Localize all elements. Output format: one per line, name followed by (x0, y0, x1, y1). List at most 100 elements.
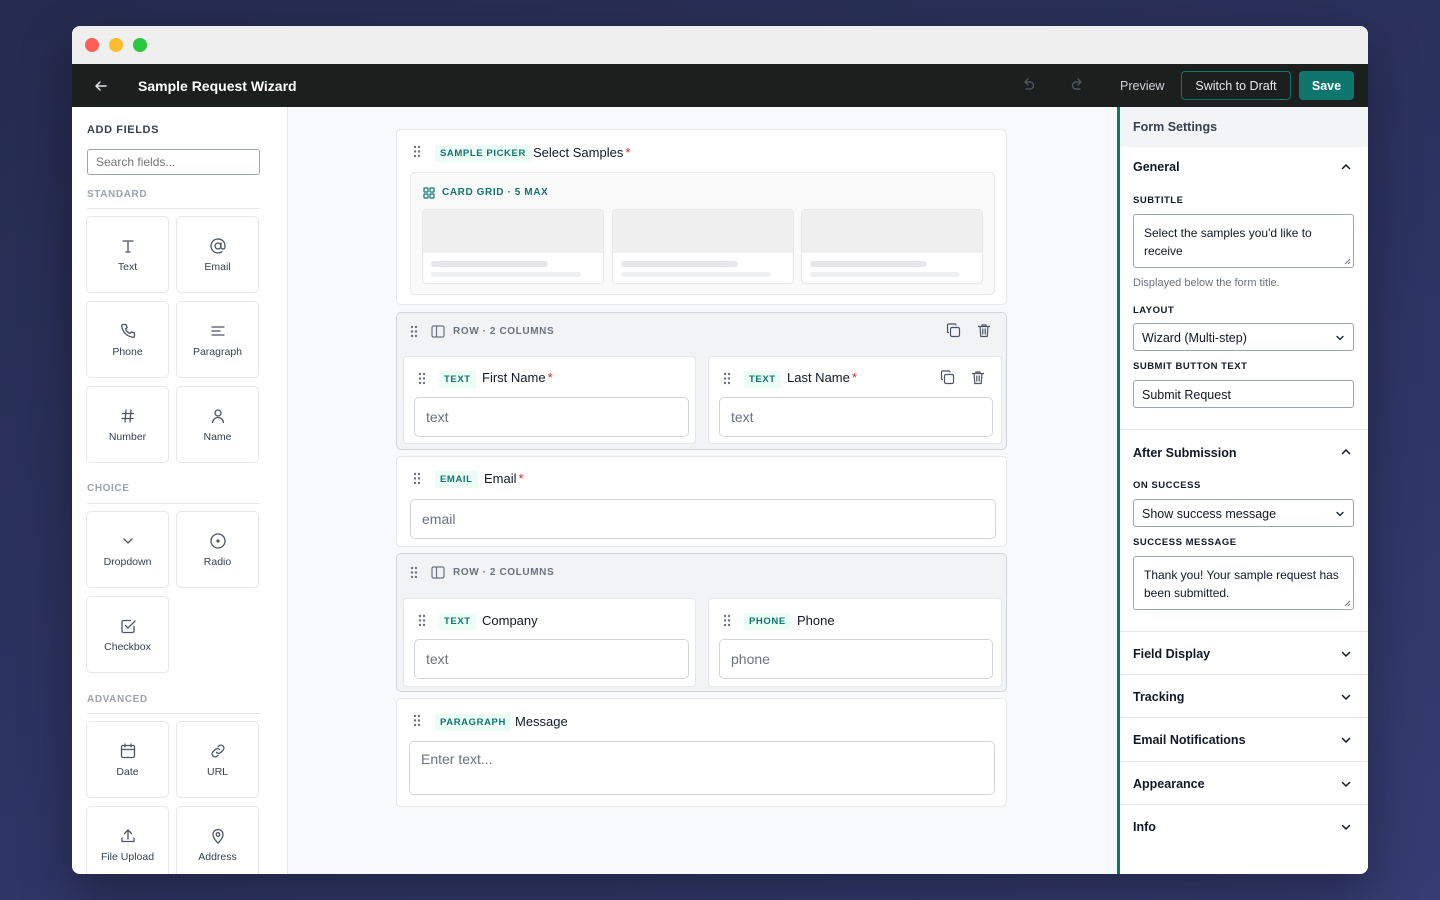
email-input-preview[interactable]: email (410, 499, 996, 539)
drag-handle-icon[interactable] (723, 372, 731, 385)
trash-icon[interactable] (971, 370, 985, 390)
link-icon (209, 741, 227, 761)
row-column-right[interactable]: TEXT Last Name * text (708, 356, 1002, 444)
field-tile-label: Dropdown (103, 556, 152, 568)
row-container[interactable]: ROW · 2 COLUMNS TEXT First Name * text TE… (396, 312, 1007, 450)
field-tile-text[interactable]: Text (86, 216, 169, 293)
sample-card-placeholder (422, 209, 604, 284)
row-container[interactable]: ROW · 2 COLUMNS TEXT Company text PHONE … (396, 553, 1007, 692)
field-display-section[interactable]: Field Display (1120, 632, 1368, 675)
message-textarea-preview[interactable]: Enter text... (409, 741, 995, 795)
field-tile-checkbox[interactable]: Checkbox (86, 596, 169, 673)
row-column-right[interactable]: PHONE Phone phone (708, 598, 1002, 687)
form-canvas: SAMPLE PICKER Select Samples * CARD GRID … (288, 107, 1117, 874)
chevron-down-icon (1336, 511, 1344, 517)
row-label: ROW · 2 COLUMNS (453, 567, 555, 578)
row-label: ROW · 2 COLUMNS (453, 326, 555, 337)
success-message-textarea[interactable]: Thank you! Your sample request has been … (1133, 556, 1354, 610)
redo-icon[interactable] (1070, 77, 1086, 93)
field-tile-name[interactable]: Name (176, 386, 259, 463)
duplicate-icon[interactable] (940, 370, 955, 390)
upload-icon (119, 826, 137, 846)
maximize-window-button[interactable] (133, 38, 147, 52)
chevron-down-icon (121, 531, 135, 551)
on-success-label: ON SUCCESS (1133, 480, 1201, 491)
subtitle-value: Select the samples you'd like to receive (1144, 226, 1312, 258)
form-settings-panel: Form Settings General SUBTITLE Select th… (1117, 107, 1368, 874)
subtitle-textarea[interactable]: Select the samples you'd like to receive (1133, 214, 1354, 268)
phone-input-preview[interactable]: phone (719, 639, 993, 679)
drag-handle-icon[interactable] (413, 472, 421, 485)
back-button[interactable] (90, 75, 112, 97)
tracking-section[interactable]: Tracking (1120, 675, 1368, 718)
last-name-input-preview[interactable]: text (719, 397, 993, 437)
resize-grip-icon[interactable] (1343, 599, 1351, 607)
field-type-tag: PARAGRAPH (435, 714, 511, 731)
field-tile-phone[interactable]: Phone (86, 301, 169, 378)
chevron-up-icon[interactable] (1340, 161, 1352, 173)
field-tile-dropdown[interactable]: Dropdown (86, 511, 169, 588)
field-title: First Name * (482, 370, 553, 385)
duplicate-icon[interactable] (946, 323, 961, 343)
after-submission-section: After Submission ON SUCCESS Show success… (1120, 430, 1368, 632)
field-tile-url[interactable]: URL (176, 721, 259, 798)
email-notifications-section[interactable]: Email Notifications (1120, 718, 1368, 762)
section-label-advanced: ADVANCED (87, 694, 148, 705)
close-window-button[interactable] (85, 38, 99, 52)
drag-handle-icon[interactable] (410, 566, 418, 579)
search-fields-input[interactable] (87, 149, 260, 175)
layout-select[interactable]: Wizard (Multi-step) (1133, 323, 1354, 351)
drag-handle-icon[interactable] (413, 145, 421, 158)
drag-handle-icon[interactable] (410, 325, 418, 338)
submit-button-text-input[interactable]: Submit Request (1133, 380, 1354, 408)
appearance-title: Appearance (1133, 777, 1205, 791)
drag-handle-icon[interactable] (418, 614, 426, 627)
first-name-input-preview[interactable]: text (414, 397, 689, 437)
trash-icon[interactable] (977, 323, 991, 343)
card-grid-label: CARD GRID · 5 MAX (442, 187, 549, 198)
window-titlebar (72, 26, 1368, 64)
preview-button[interactable]: Preview (1120, 79, 1164, 93)
switch-to-draft-button[interactable]: Switch to Draft (1181, 71, 1291, 100)
field-tile-email[interactable]: Email (176, 216, 259, 293)
field-title: Email * (484, 471, 524, 486)
after-submission-title[interactable]: After Submission (1133, 446, 1237, 460)
message-field[interactable]: PARAGRAPH Message Enter text... (396, 698, 1007, 807)
info-section[interactable]: Info (1120, 805, 1368, 848)
chevron-up-icon[interactable] (1340, 446, 1352, 458)
sample-picker-field[interactable]: SAMPLE PICKER Select Samples * CARD GRID … (396, 129, 1007, 305)
field-tile-file-upload[interactable]: File Upload (86, 806, 169, 874)
subtitle-label: SUBTITLE (1133, 195, 1184, 206)
on-success-select[interactable]: Show success message (1133, 499, 1354, 527)
minimize-window-button[interactable] (109, 38, 123, 52)
field-tile-date[interactable]: Date (86, 721, 169, 798)
general-section-title[interactable]: General (1133, 160, 1180, 174)
chevron-down-icon (1341, 651, 1351, 658)
field-tile-address[interactable]: Address (176, 806, 259, 874)
drag-handle-icon[interactable] (413, 714, 421, 727)
columns-icon (431, 325, 445, 343)
field-tile-label: Paragraph (192, 346, 243, 358)
drag-handle-icon[interactable] (418, 372, 426, 385)
field-tile-label: Name (203, 431, 232, 443)
email-field[interactable]: EMAIL Email * email (396, 456, 1007, 547)
appearance-section[interactable]: Appearance (1120, 762, 1368, 805)
info-title: Info (1133, 820, 1156, 834)
resize-grip-icon[interactable] (1343, 257, 1351, 265)
columns-icon (431, 566, 445, 584)
save-button[interactable]: Save (1299, 71, 1354, 100)
required-marker: * (518, 471, 524, 486)
add-fields-heading: ADD FIELDS (87, 124, 159, 136)
paragraph-lines-icon (210, 321, 226, 341)
company-input-preview[interactable]: text (414, 639, 689, 679)
row-column-left[interactable]: TEXT Company text (403, 598, 696, 687)
drag-handle-icon[interactable] (723, 614, 731, 627)
field-tile-radio[interactable]: Radio (176, 511, 259, 588)
field-tile-paragraph[interactable]: Paragraph (176, 301, 259, 378)
field-type-tag: PHONE (744, 613, 791, 630)
field-tile-number[interactable]: Number (86, 386, 169, 463)
undo-icon[interactable] (1020, 77, 1036, 93)
row-column-left[interactable]: TEXT First Name * text (403, 356, 696, 444)
form-settings-heading: Form Settings (1120, 107, 1368, 147)
general-section: General SUBTITLE Select the samples you'… (1120, 147, 1368, 430)
